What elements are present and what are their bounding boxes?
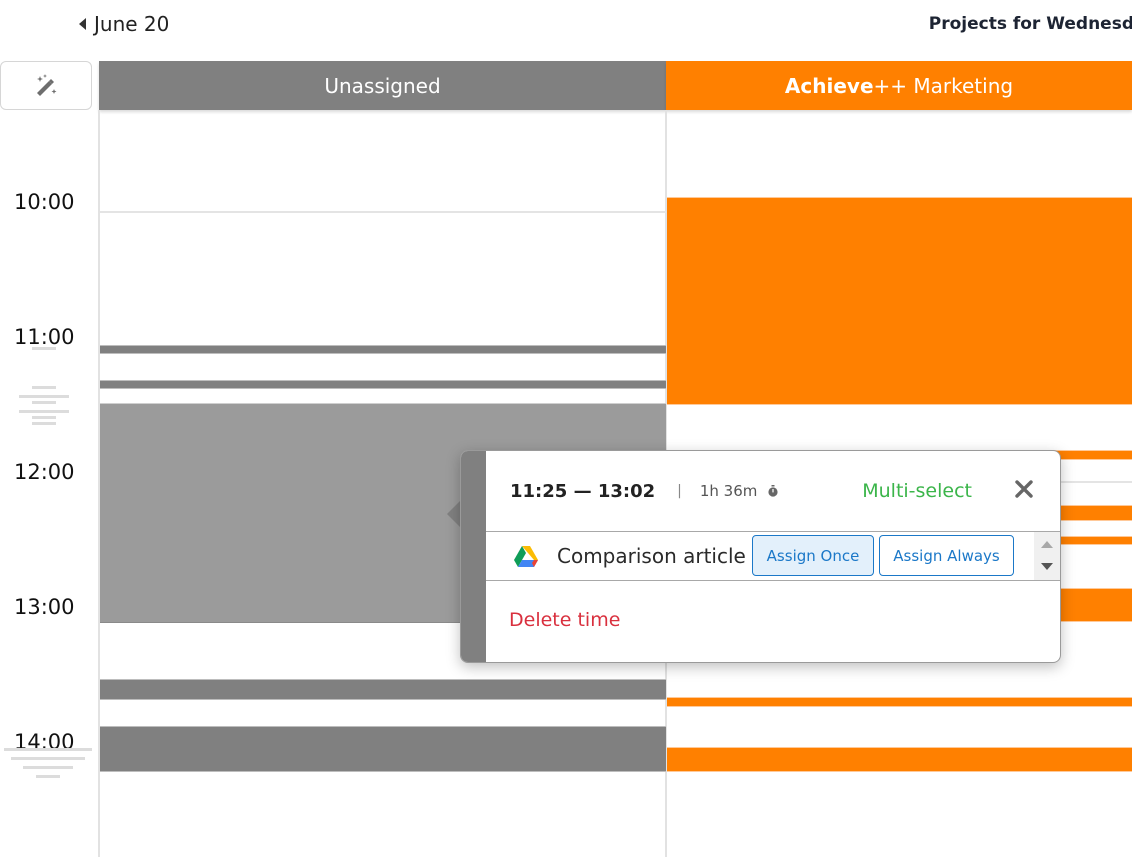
assign-once-button[interactable]: Assign Once — [752, 535, 874, 576]
time-block-marketing[interactable] — [667, 747, 1132, 772]
magic-wand-icon — [37, 73, 57, 96]
caret-left-icon — [79, 18, 86, 30]
separator: | — [677, 483, 682, 499]
delete-time-button[interactable]: Delete time — [509, 609, 620, 631]
column-header-achieve-marketing[interactable]: Achieve ++ Marketing — [666, 61, 1132, 110]
time-entry-popup: 11:25 — 13:02 | 1h 36m Multi-select Comp… — [460, 450, 1061, 663]
brand-name-plus: ++ — [873, 73, 908, 98]
project-name: Comparison article — [557, 544, 746, 568]
time-label: 11:00 — [14, 325, 75, 349]
hour-gridline — [100, 211, 666, 213]
previous-day-button[interactable]: June 20 — [79, 12, 169, 36]
time-label: 13:00 — [14, 595, 75, 619]
project-suggestion-row: Comparison article Assign Once Assign Al… — [486, 532, 1060, 581]
scroll-up-icon[interactable] — [1041, 541, 1053, 548]
time-label: 12:00 — [14, 460, 75, 484]
time-block-unassigned[interactable] — [100, 679, 666, 700]
column-title: Unassigned — [324, 73, 441, 98]
brand-name-bold: Achieve — [784, 73, 874, 98]
column-title: Marketing — [907, 73, 1014, 98]
popup-pointer — [447, 500, 461, 528]
time-range: 11:25 — 13:02 — [510, 480, 656, 502]
time-label: 10:00 — [14, 190, 75, 214]
time-block-marketing[interactable] — [667, 197, 1132, 405]
column-header-unassigned[interactable]: Unassigned — [99, 61, 666, 110]
page-title: Projects for Wednesd — [928, 14, 1132, 34]
popup-color-stripe — [461, 451, 486, 662]
stopwatch-icon — [768, 485, 778, 497]
assign-always-button[interactable]: Assign Always — [879, 535, 1014, 576]
duration: 1h 36m — [700, 482, 779, 500]
auto-assign-button[interactable] — [0, 61, 92, 110]
time-block-unassigned[interactable] — [100, 726, 666, 772]
activity-density-indicator — [18, 347, 70, 431]
duration-text: 1h 36m — [699, 482, 758, 500]
popup-header: 11:25 — 13:02 | 1h 36m Multi-select — [486, 451, 1060, 532]
activity-density-indicator — [4, 748, 92, 784]
date-label: June 20 — [94, 12, 170, 36]
time-block-marketing[interactable] — [667, 697, 1132, 707]
google-drive-icon — [514, 546, 538, 567]
multi-select-button[interactable]: Multi-select — [862, 480, 972, 502]
scroll-down-icon[interactable] — [1041, 563, 1053, 570]
time-block-unassigned[interactable] — [100, 345, 666, 354]
time-block-unassigned[interactable] — [100, 380, 666, 389]
close-icon[interactable] — [1014, 478, 1034, 500]
suggestion-scrollbar[interactable] — [1034, 532, 1060, 580]
